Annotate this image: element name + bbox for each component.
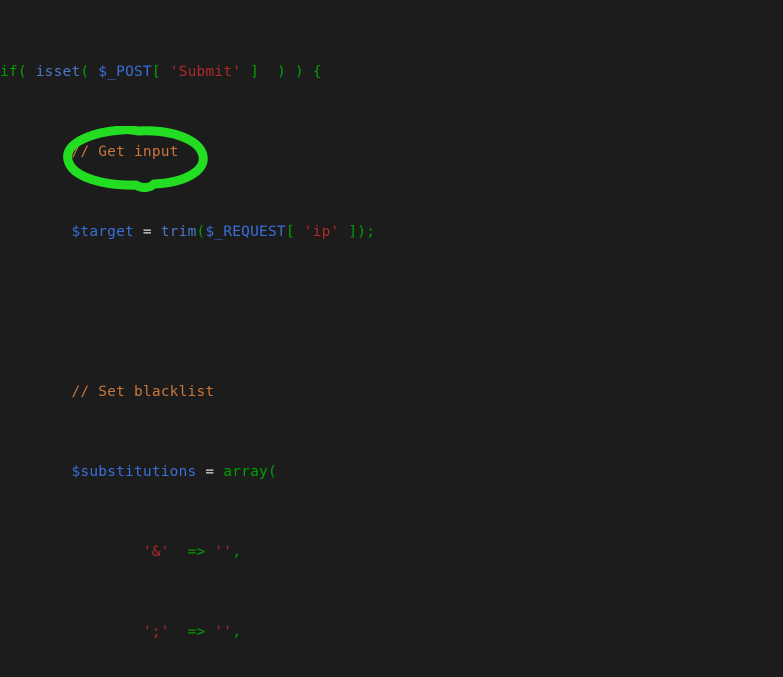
code-line: if( isset( $_POST[ 'Submit' ] ) ) { bbox=[0, 64, 322, 80]
code-line: // Set blacklist bbox=[71, 384, 215, 400]
code-block[interactable]: if( isset( $_POST[ 'Submit' ] ) ) { // G… bbox=[0, 2, 783, 677]
blacklist-row-semicolon: ';' => '', bbox=[142, 624, 242, 640]
code-line: $target = trim($_REQUEST[ 'ip' ]); bbox=[71, 224, 376, 240]
code-line: // Get input bbox=[71, 144, 179, 160]
php-source-screenshot: if( isset( $_POST[ 'Submit' ] ) ) { // G… bbox=[0, 0, 783, 677]
code-line: $substitutions = array( bbox=[71, 464, 277, 480]
blacklist-row-amp: '&' => '', bbox=[142, 544, 242, 560]
